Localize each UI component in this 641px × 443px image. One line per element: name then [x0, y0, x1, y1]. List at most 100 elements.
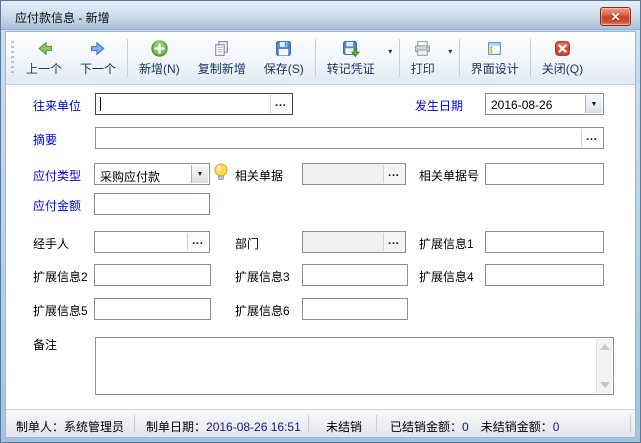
- summary-input[interactable]: …: [95, 127, 604, 149]
- summary-label: 摘要: [33, 131, 57, 148]
- toolbar-button-save[interactable]: 保存(S): [255, 34, 313, 82]
- partner-browse-button[interactable]: …: [270, 95, 291, 113]
- close-red-icon: [553, 39, 572, 58]
- combo-arrow-icon: ▼: [591, 101, 598, 108]
- payable-type-combobox[interactable]: 采购应付款 ▼: [94, 163, 210, 185]
- related-doc-input[interactable]: …: [302, 163, 406, 185]
- post-voucher-dropdown[interactable]: ▾: [384, 34, 397, 82]
- amount-status: 已结销金额：0未结销金额：0: [390, 418, 559, 435]
- ext5-input[interactable]: [94, 298, 211, 320]
- payable-type-value: 采购应付款: [100, 168, 160, 185]
- toolbar-button-label: 下一个: [80, 60, 116, 77]
- remark-textarea[interactable]: [95, 337, 614, 395]
- toolbar-button-label: 上一个: [26, 60, 62, 77]
- settled-value: 0: [462, 420, 469, 434]
- toolbar-separator: [530, 39, 531, 77]
- occur-date-dropdown-button[interactable]: ▼: [585, 95, 602, 113]
- toolbar-button-print[interactable]: 打印: [402, 34, 444, 82]
- dialog-window: 应付款信息 - 新增 ✕ 上一个 下一个: [0, 0, 641, 443]
- ext4-input[interactable]: [485, 264, 604, 286]
- partner-label: 往来单位: [33, 97, 81, 114]
- occur-date-combobox[interactable]: 2016-08-26 ▼: [485, 93, 604, 115]
- toolbar-separator: [315, 39, 316, 77]
- scroll-up-icon[interactable]: [600, 344, 610, 350]
- make-date-value: 2016-08-26 16:51: [206, 420, 301, 434]
- form-area: 往来单位 … 发生日期 2016-08-26 ▼ 摘要 … 应付类型 采购应付款…: [6, 85, 635, 409]
- ext6-label: 扩展信息6: [235, 302, 290, 319]
- toolbar-button-label: 复制新增: [198, 60, 246, 77]
- print-dropdown[interactable]: ▾: [444, 34, 457, 82]
- toolbar-button-label: 保存(S): [264, 60, 304, 77]
- printer-icon: [413, 39, 432, 58]
- titlebar[interactable]: 应付款信息 - 新增 ✕: [1, 1, 640, 30]
- partner-input[interactable]: …: [95, 93, 293, 115]
- text-caret: [100, 97, 101, 111]
- post-voucher-icon: [341, 39, 360, 58]
- toolbar-grip[interactable]: [10, 41, 14, 75]
- lightbulb-icon: [212, 162, 230, 182]
- toolbar-button-next[interactable]: 下一个: [71, 34, 125, 82]
- ext5-label: 扩展信息5: [33, 302, 88, 319]
- make-date-label: 制单日期：: [146, 420, 206, 434]
- ext4-label: 扩展信息4: [419, 268, 474, 285]
- toolbar-button-ui-design[interactable]: 界面设计: [462, 34, 528, 82]
- toolbar-button-post-voucher[interactable]: 转记凭证: [318, 34, 384, 82]
- summary-browse-button[interactable]: …: [581, 129, 602, 147]
- handler-label: 经手人: [33, 235, 69, 252]
- toolbar: 上一个 下一个 新增(N): [6, 32, 635, 85]
- toolbar-separator: [399, 39, 400, 77]
- maker-value: 系统管理员: [64, 420, 124, 434]
- chevron-down-icon: ▾: [388, 47, 392, 56]
- toolbar-button-label: 界面设计: [471, 60, 519, 77]
- window-close-button[interactable]: ✕: [600, 7, 631, 26]
- settle-status-badge: 未结销: [326, 418, 362, 435]
- payable-amount-input[interactable]: [94, 193, 210, 215]
- statusbar-separator: [134, 415, 135, 432]
- ext1-label: 扩展信息1: [419, 235, 474, 252]
- save-icon: [274, 39, 293, 58]
- department-browse-button[interactable]: …: [383, 233, 404, 251]
- ext3-input[interactable]: [302, 264, 408, 286]
- statusbar-separator: [630, 415, 631, 432]
- department-input[interactable]: …: [302, 231, 406, 253]
- related-doc-browse-button[interactable]: …: [383, 165, 404, 183]
- ext1-input[interactable]: [485, 231, 604, 253]
- maker-status: 制单人：系统管理员: [16, 418, 124, 435]
- make-date-status: 制单日期：2016-08-26 16:51: [146, 418, 301, 435]
- toolbar-button-label: 转记凭证: [327, 60, 375, 77]
- close-icon: ✕: [610, 11, 620, 23]
- scroll-down-icon[interactable]: [600, 382, 610, 388]
- toolbar-separator: [127, 39, 128, 77]
- toolbar-button-close[interactable]: 关闭(Q): [533, 34, 592, 82]
- toolbar-button-label: 关闭(Q): [542, 60, 583, 77]
- toolbar-button-label: 打印: [411, 60, 435, 77]
- ext2-input[interactable]: [94, 264, 211, 286]
- ext6-input[interactable]: [302, 298, 408, 320]
- payable-type-dropdown-button[interactable]: ▼: [191, 165, 208, 183]
- occur-date-label: 发生日期: [415, 97, 463, 114]
- toolbar-button-previous[interactable]: 上一个: [17, 34, 71, 82]
- occur-date-value: 2016-08-26: [491, 98, 552, 112]
- statusbar-separator: [308, 415, 309, 432]
- ui-design-icon: [485, 39, 504, 58]
- window-title: 应付款信息 - 新增: [15, 9, 110, 26]
- toolbar-separator: [459, 39, 460, 77]
- toolbar-button-label: 新增(N): [139, 60, 180, 77]
- toolbar-button-copy-new[interactable]: 复制新增: [189, 34, 255, 82]
- plus-circle-icon: [150, 39, 169, 58]
- toolbar-button-new[interactable]: 新增(N): [130, 34, 189, 82]
- maker-label: 制单人：: [16, 420, 64, 434]
- unsettled-label: 未结销金额：: [481, 420, 553, 434]
- handler-browse-button[interactable]: …: [187, 233, 208, 251]
- arrow-right-icon: [89, 39, 108, 58]
- statusbar-separator: [376, 415, 377, 432]
- handler-input[interactable]: …: [94, 231, 210, 253]
- unsettled-value: 0: [553, 420, 560, 434]
- payable-type-label: 应付类型: [33, 167, 81, 184]
- related-doc-no-input[interactable]: [485, 163, 604, 185]
- arrow-left-icon: [35, 39, 54, 58]
- remark-label: 备注: [33, 336, 57, 353]
- statusbar: 制单人：系统管理员 制单日期：2016-08-26 16:51 未结销 已结销金…: [6, 409, 635, 437]
- remark-scrollbar[interactable]: [596, 339, 612, 393]
- copy-icon: [212, 39, 231, 58]
